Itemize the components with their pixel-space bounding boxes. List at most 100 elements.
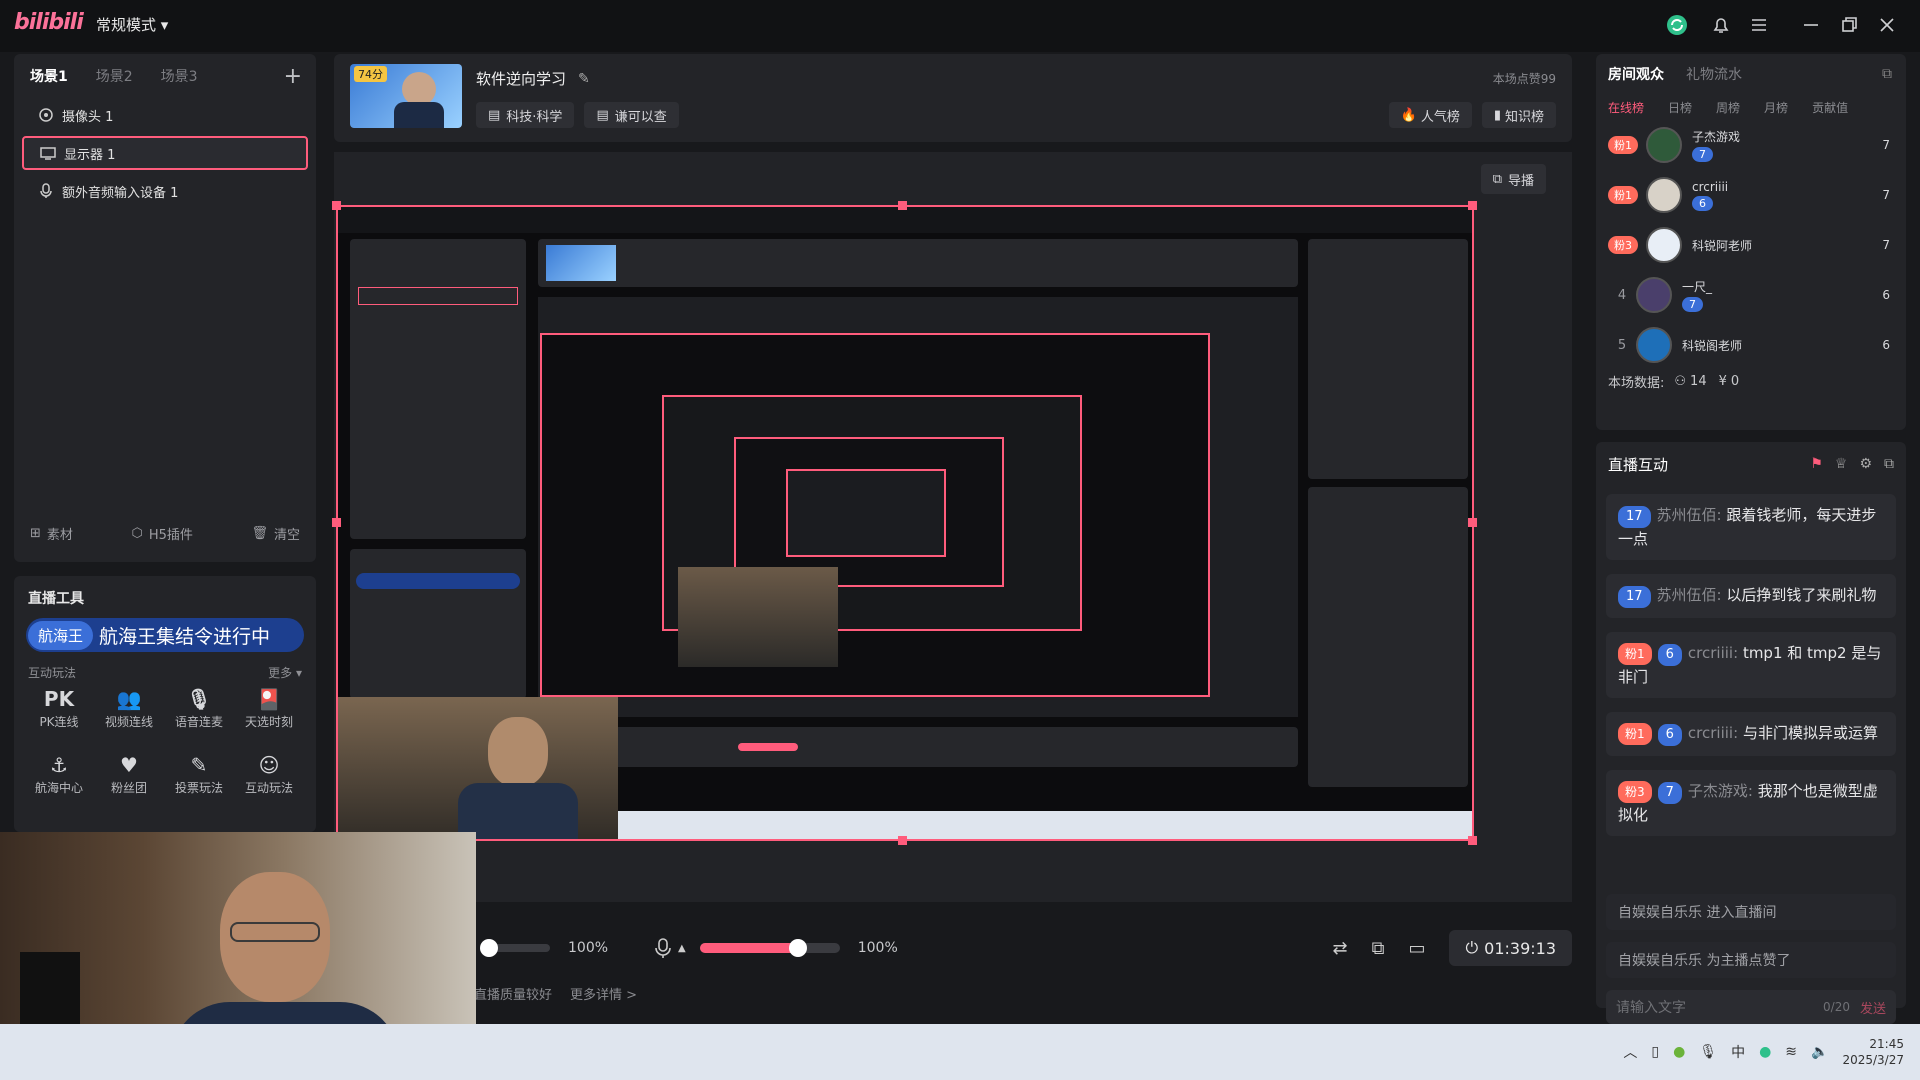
tab-scene-2[interactable]: 场景2 [96, 66, 133, 86]
voice-link-button[interactable]: 🎙 语音连麦 [164, 685, 234, 743]
tab-scene-1[interactable]: 场景1 [30, 66, 68, 86]
volume-slider-1[interactable] [480, 939, 550, 957]
h5-plugin-button[interactable]: ⬡ H5插件 [131, 524, 192, 543]
viewer-name: 子杰游戏 [1692, 130, 1741, 144]
fan-club-button[interactable]: ♥ 粉丝团 [94, 751, 164, 809]
restore-icon[interactable] [1838, 14, 1860, 36]
director-button[interactable]: ⧉ 导播 [1480, 164, 1546, 194]
send-button[interactable]: 发送 [1860, 998, 1886, 1017]
sender-name[interactable]: 子杰游戏: [1688, 782, 1753, 800]
material-button[interactable]: ⊞ 素材 [30, 524, 73, 543]
subtab-contribution[interactable]: 贡献值 [1812, 99, 1848, 116]
subtab-month[interactable]: 月榜 [1764, 99, 1788, 116]
knowledge-button[interactable]: ▮ 知识榜 [1481, 102, 1556, 128]
avatar [1636, 277, 1672, 313]
popout-icon[interactable]: ⧉ [1884, 456, 1894, 472]
vote-button[interactable]: ✎ 投票玩法 [164, 751, 234, 809]
stream-control-bar: 100% ▲ 100% ⇄ ⧉ ▭ ⏻ 01:39:13 [474, 918, 1572, 978]
one-piece-banner[interactable]: 航海王 航海王集结令进行中 [26, 618, 304, 652]
popularity-button[interactable]: 🔥 人气榜 [1388, 102, 1472, 128]
sync-icon[interactable] [1666, 14, 1688, 36]
resize-handle-tr[interactable] [1468, 201, 1477, 210]
wifi-icon[interactable]: ≋ [1785, 1044, 1797, 1060]
usb-icon[interactable]: ▯ [1651, 1044, 1659, 1060]
clock[interactable]: 21:45 2025/3/27 [1842, 1036, 1904, 1068]
speaker-icon[interactable]: 🔈 [1811, 1044, 1828, 1060]
room-cover[interactable]: 74分 [350, 64, 462, 128]
subtab-week[interactable]: 周榜 [1716, 99, 1740, 116]
audience-row[interactable]: 粉3 科锐阿老师 7 [1596, 220, 1906, 270]
more-details-link[interactable]: 更多详情 > [570, 984, 637, 1003]
clear-button[interactable]: 🗑 清空 [251, 524, 300, 543]
resize-handle-b[interactable] [898, 836, 907, 845]
sender-name[interactable]: 苏州伍佰: [1657, 586, 1722, 604]
sync-tray-icon[interactable]: ● [1759, 1044, 1771, 1060]
popout-icon[interactable]: ⧉ [1882, 66, 1892, 82]
source-camera[interactable]: 摄像头 1 [22, 98, 308, 132]
subtab-online[interactable]: 在线榜 [1608, 99, 1644, 116]
mic-volume-slider[interactable] [699, 939, 840, 957]
mic-tray-icon[interactable]: 🎙 [1699, 1044, 1717, 1060]
stream-preview-canvas[interactable] [336, 205, 1474, 841]
more-dropdown[interactable]: 更多 ▾ [268, 664, 302, 681]
voyage-center-button[interactable]: ⚓ 航海中心 [24, 751, 94, 809]
menu-icon[interactable] [1748, 14, 1770, 36]
source-monitor[interactable]: 显示器 1 [22, 136, 308, 170]
resize-handle-r[interactable] [1468, 518, 1477, 527]
microphone-icon[interactable] [654, 937, 672, 959]
flame-icon: 🔥 [1400, 107, 1417, 123]
resize-handle-br[interactable] [1468, 836, 1477, 845]
resize-handle-t[interactable] [898, 201, 907, 210]
chat-input-box[interactable]: 请输入文字 0/20 发送 [1606, 990, 1896, 1024]
subtab-day[interactable]: 日榜 [1668, 99, 1692, 116]
chat-message: 粉1 6 crcriiii: tmp1 和 tmp2 是与非门 [1606, 632, 1896, 698]
tab-gift-flow[interactable]: 礼物流水 [1686, 64, 1742, 84]
chat-input-placeholder[interactable]: 请输入文字 [1616, 997, 1686, 1017]
material-label: 素材 [46, 528, 73, 543]
mic-dropdown-icon[interactable]: ▲ [678, 943, 686, 954]
video-link-button[interactable]: 👥 视频连线 [94, 685, 164, 743]
camera-toggle-icon[interactable]: ▭ [1408, 938, 1425, 959]
fan-badge: 粉1 [1608, 136, 1638, 154]
category-chip[interactable]: ▤ 科技·科学 [476, 102, 575, 128]
pk-button[interactable]: PK PK连线 [24, 685, 94, 743]
tab-scene-3[interactable]: 场景3 [161, 66, 198, 86]
audience-row[interactable]: 粉1 子杰游戏 7 7 [1596, 120, 1906, 170]
app-tray-icon[interactable]: ● [1673, 1044, 1685, 1060]
slider-thumb[interactable] [480, 939, 498, 957]
tag-chip[interactable]: ▤ 谦可以查 [584, 102, 679, 128]
sender-name[interactable]: crcriiii: [1688, 724, 1738, 742]
bell-icon[interactable] [1710, 14, 1732, 36]
chevron-up-icon[interactable]: ︿ [1623, 1042, 1637, 1062]
live-timer[interactable]: ⏻ 01:39:13 [1449, 930, 1572, 966]
tab-room-audience[interactable]: 房间观众 [1608, 64, 1664, 84]
resize-handle-l[interactable] [332, 518, 341, 527]
mode-dropdown[interactable]: 常规模式 ▾ [96, 14, 168, 35]
close-icon[interactable] [1876, 14, 1898, 36]
rank-number: 4 [1617, 287, 1627, 303]
level-badge: 7 [1682, 297, 1703, 312]
sender-name[interactable]: 苏州伍佰: [1657, 506, 1722, 524]
add-scene-button[interactable]: + [284, 64, 302, 89]
screen-share-icon[interactable]: ⧉ [1372, 938, 1385, 959]
settings-sliders-icon[interactable]: ⇄ [1333, 938, 1348, 959]
lucky-draw-button[interactable]: 🎴 天选时刻 [234, 685, 304, 743]
edit-icon[interactable]: ✎ [578, 71, 590, 87]
audience-row[interactable]: 粉1 crcriiii 6 7 [1596, 170, 1906, 220]
slider-thumb[interactable] [788, 939, 807, 957]
ime-indicator[interactable]: 中 [1731, 1042, 1745, 1062]
nested-room-header [538, 239, 1298, 287]
danmaku-list[interactable]: 17 苏州伍佰: 跟着钱老师，每天进步一点 17 苏州伍佰: 以后挣到钱了来刷礼物 … [1596, 494, 1906, 870]
avatar [1646, 227, 1682, 263]
interact-play-button[interactable]: ☺ 互动玩法 [234, 751, 304, 809]
source-audio-input[interactable]: 额外音频输入设备 1 [22, 174, 308, 208]
audience-row[interactable]: 4 一尺_ 7 6 [1596, 270, 1906, 320]
sender-name[interactable]: crcriiii: [1688, 644, 1738, 662]
pin-icon[interactable]: ⚑ [1810, 456, 1823, 472]
settings-icon[interactable]: ⚙ [1859, 456, 1872, 472]
resize-handle-tl[interactable] [332, 201, 341, 210]
minimize-icon[interactable] [1800, 14, 1822, 36]
power-icon: ⏻ [1465, 938, 1479, 957]
audience-row[interactable]: 5 科锐阁老师 6 [1596, 320, 1906, 370]
trophy-icon[interactable]: ♕ [1835, 456, 1848, 472]
